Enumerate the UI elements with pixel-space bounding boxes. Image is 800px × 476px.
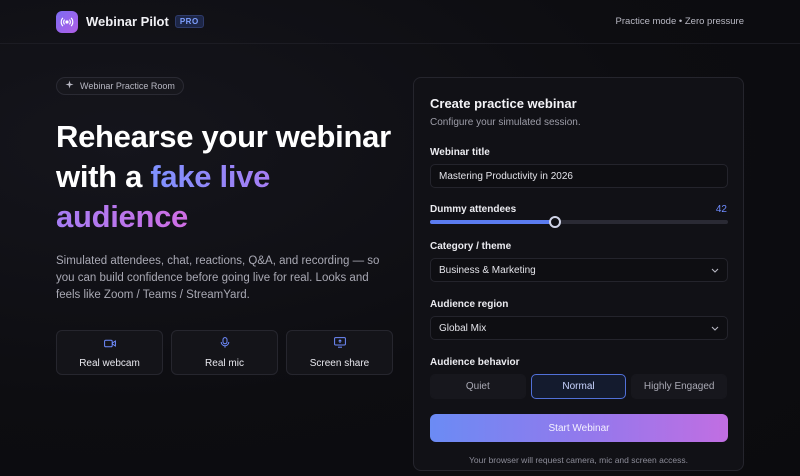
feature-list: Real webcam Real mic Screen share <box>56 329 396 375</box>
mode-status: Practice mode • Zero pressure <box>615 16 744 27</box>
card-subtitle: Configure your simulated session. <box>430 117 581 128</box>
attendees-label: Dummy attendees <box>430 204 517 215</box>
hero-section: Webinar Practice Room Rehearse your webi… <box>56 76 396 375</box>
feature-label: Real mic <box>205 358 244 369</box>
behavior-label: Audience behavior <box>430 357 520 368</box>
hero-line-2-prefix: with a <box>56 158 151 194</box>
attendees-value: 42 <box>715 204 727 215</box>
behavior-group: Audience behavior Quiet Normal Highly En… <box>430 357 728 399</box>
webinar-title-input[interactable]: Mastering Productivity in 2026 <box>430 164 728 188</box>
behavior-toggle: Quiet Normal Highly Engaged <box>430 374 728 399</box>
webinar-title-label: Webinar title <box>430 147 490 158</box>
region-select[interactable]: Global Mix <box>430 316 728 340</box>
category-select[interactable]: Business & Marketing <box>430 258 728 282</box>
feature-real-mic: Real mic <box>171 329 278 375</box>
pill-label: Webinar Practice Room <box>80 80 175 91</box>
behavior-option-quiet[interactable]: Quiet <box>430 374 526 399</box>
practice-room-pill: Webinar Practice Room <box>56 76 184 95</box>
behavior-option-highly-engaged[interactable]: Highly Engaged <box>631 374 728 399</box>
mic-icon <box>220 335 230 353</box>
create-webinar-card: Create practice webinar Configure your s… <box>413 77 744 471</box>
slider-fill <box>430 220 556 224</box>
broadcast-icon <box>56 10 78 33</box>
hero-line-1: Rehearse your webinar <box>56 118 391 154</box>
permissions-note: Your browser will request camera, mic an… <box>469 455 688 465</box>
webinar-title-group: Webinar title Mastering Productivity in … <box>430 147 728 188</box>
hero-description: Simulated attendees, chat, reactions, Q&… <box>56 254 380 301</box>
region-label: Audience region <box>430 299 509 310</box>
sparkle-icon <box>65 80 74 91</box>
region-value: Global Mix <box>439 322 487 334</box>
chevron-down-icon <box>711 323 719 334</box>
hero-title: Rehearse your webinar with a fake live a… <box>56 117 396 237</box>
brand-name: Webinar Pilot <box>86 14 169 29</box>
region-group: Audience region Global Mix <box>430 299 728 340</box>
top-bar: Webinar Pilot PRO Practice mode • Zero p… <box>0 0 800 44</box>
pro-badge: PRO <box>174 15 204 28</box>
hero-line-2: with a fake live audience <box>56 157 396 237</box>
camera-icon <box>103 335 116 353</box>
feature-screen-share: Screen share <box>286 329 393 375</box>
card-title: Create practice webinar <box>430 96 577 111</box>
category-value: Business & Marketing <box>439 264 536 276</box>
behavior-option-normal[interactable]: Normal <box>530 374 627 399</box>
attendees-group: Dummy attendees 42 <box>430 204 728 228</box>
monitor-icon <box>333 335 346 353</box>
attendees-slider[interactable] <box>430 216 728 228</box>
category-label: Category / theme <box>430 241 512 252</box>
category-group: Category / theme Business & Marketing <box>430 241 728 282</box>
feature-label: Real webcam <box>79 358 140 369</box>
slider-thumb[interactable] <box>549 216 562 228</box>
start-webinar-button[interactable]: Start Webinar <box>430 414 728 442</box>
chevron-down-icon <box>711 265 719 276</box>
feature-real-webcam: Real webcam <box>56 329 163 375</box>
feature-label: Screen share <box>309 358 370 369</box>
